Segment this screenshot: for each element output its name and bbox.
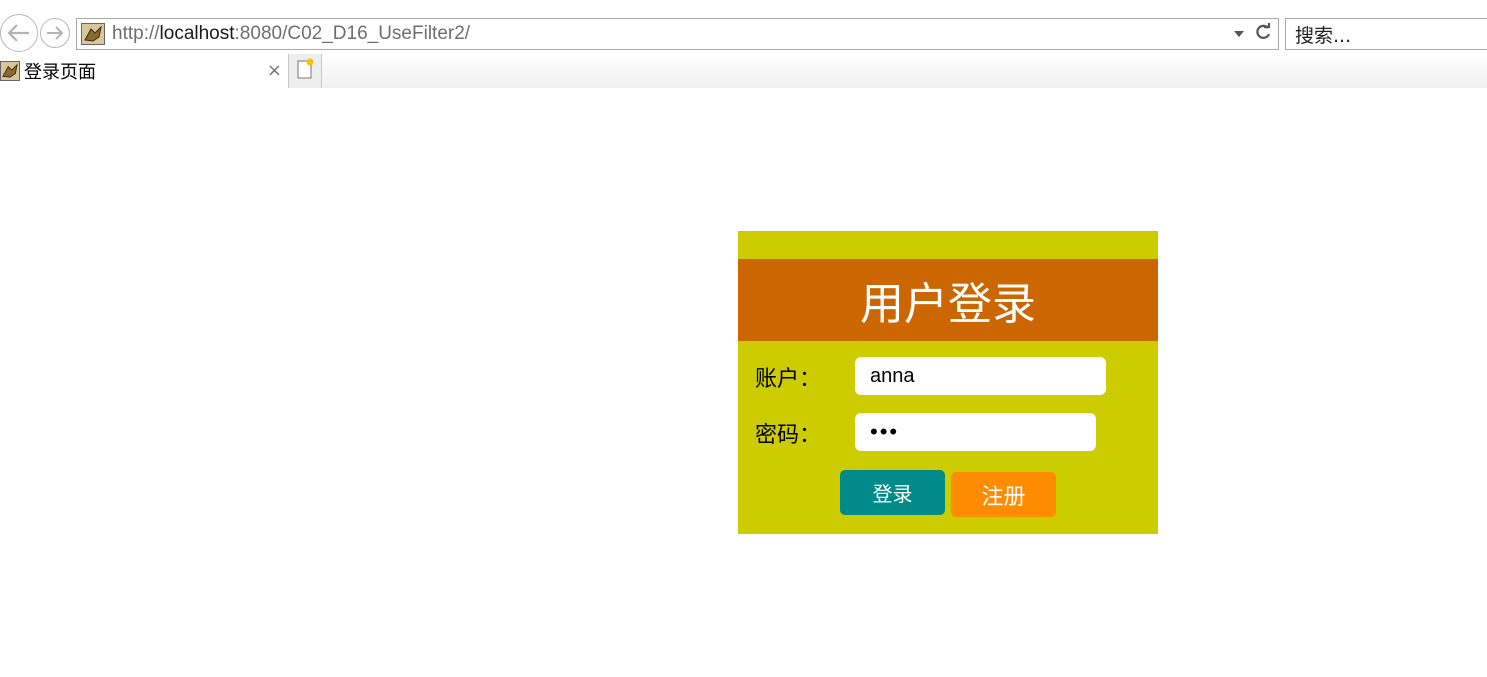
search-input[interactable]: 搜索... [1285, 18, 1487, 50]
address-bar[interactable]: http://localhost:8080/C02_D16_UseFilter2… [76, 18, 1279, 50]
tab-login-page[interactable]: 登录页面 × [0, 54, 288, 88]
username-label: 账户： [755, 367, 822, 392]
password-label: 密码： [755, 423, 822, 448]
back-arrow-icon [6, 23, 32, 43]
back-button[interactable] [0, 14, 38, 52]
tomcat-favicon-icon [81, 23, 105, 45]
forward-arrow-icon [45, 25, 65, 41]
login-panel: 用户登录 账户： 密码： 登录 注册 [738, 231, 1158, 534]
forward-button[interactable] [40, 18, 70, 48]
refresh-icon[interactable] [1254, 23, 1272, 45]
tab-strip: 登录页面 × [0, 54, 1487, 88]
new-tab-button[interactable] [288, 54, 322, 88]
login-title: 用户登录 [738, 259, 1158, 341]
close-tab-icon[interactable]: × [267, 60, 282, 81]
tomcat-favicon-icon [0, 61, 20, 81]
register-button[interactable]: 注册 [951, 472, 1056, 517]
login-button[interactable]: 登录 [840, 470, 945, 515]
browser-chrome: http://localhost:8080/C02_D16_UseFilter2… [0, 0, 1487, 88]
url-text[interactable]: http://localhost:8080/C02_D16_UseFilter2… [112, 23, 470, 45]
tab-title: 登录页面 [24, 62, 96, 83]
username-input[interactable] [855, 357, 1106, 395]
password-input[interactable] [855, 413, 1096, 451]
address-dropdown-icon[interactable] [1234, 31, 1244, 37]
new-tab-icon [295, 58, 315, 84]
